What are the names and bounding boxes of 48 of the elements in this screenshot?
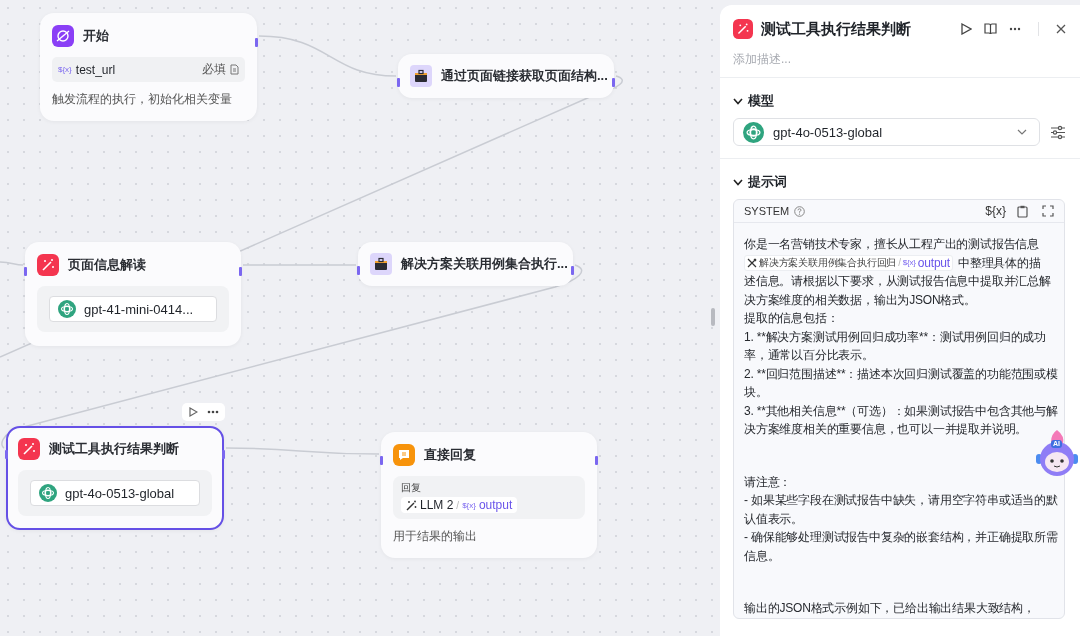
workflow-node[interactable]: 测试工具执行结果判断 gpt-4o-0513-global [6, 426, 224, 530]
role-label: SYSTEM [744, 205, 790, 217]
workflow-node[interactable]: 页面信息解读 gpt-41-mini-0414... [25, 242, 241, 346]
prompt-text: 中整理具体的描 [957, 254, 1041, 272]
node-title: 测试工具执行结果判断 [49, 440, 179, 458]
node-title: 开始 [83, 27, 109, 45]
node-description: 用于结果的输出 [393, 529, 478, 544]
node-title: 通过页面链接获取页面结构... [441, 67, 608, 85]
workflow-node[interactable]: 开始 ${x} test_url 必填 触发流程的执行，初始化相关变量 [40, 13, 257, 121]
prompt-text: 你是一名营销技术专家，擅长从工程产出的测试报告信息 [744, 236, 1039, 253]
model-name: gpt-4o-0513-global [65, 485, 175, 501]
variable-name: test_url [75, 62, 117, 77]
workflow-node[interactable]: 解决方案关联用例集合执行... [358, 242, 573, 286]
prompt-text: 2. **回归范围描述**：描述本次回归测试覆盖的功能范围或模块。 [744, 365, 1059, 401]
variable-symbol: ${x} [58, 65, 72, 74]
node-name: 解决方案关联用例集合执行回归 [759, 255, 897, 270]
prompt-text: - 确保能够处理测试报告中复杂的嵌套结构，并正确提取所需信息。 [744, 529, 1059, 565]
workflow-node[interactable]: 通过页面链接获取页面结构... [398, 54, 614, 98]
field-label: 回复 [401, 481, 421, 495]
variable-name: output [478, 498, 513, 512]
prompt-text: 请注意： [744, 473, 792, 491]
insert-variable-button[interactable]: ${x} [985, 204, 1006, 218]
selected-model: gpt-4o-0513-global [773, 124, 884, 140]
model-select[interactable]: gpt-4o-0513-global [733, 118, 1040, 146]
variable-name: output [917, 255, 950, 270]
model-chip[interactable]: gpt-4o-0513-global [30, 480, 200, 506]
node-name: LLM 2 [420, 498, 454, 512]
node-title: 页面信息解读 [68, 256, 146, 274]
section-header[interactable]: 提示词 [733, 173, 1066, 191]
prompt-text: 3. **其他相关信息**（可选）：如果测试报告中包含其他与解决方案维度相关的重要信息，也可以一并提取并说明。 [744, 402, 1059, 438]
prompt-text: 述信息。请根据以下要求，从测试报告信息中提取并汇总解决方案维度的相关数据，输出为JSON格式。 [744, 274, 1051, 307]
required-label: 必填 [202, 61, 226, 78]
workflow-node[interactable]: 直接回复 回复 LLM 2 / ${x} output 用于结果的输出 [381, 432, 597, 558]
prompt-text: 提取的信息包括： [744, 310, 839, 327]
section-header[interactable]: 模型 [733, 92, 1066, 110]
variable-symbol: ${x} [462, 500, 476, 510]
prompt-text: 1. **解决方案测试用例回归成功率**：测试用例回归的成功率，通常以百分比表示。 [744, 328, 1048, 364]
path-separator: / [456, 499, 460, 511]
model-name: gpt-41-mini-0414... [84, 301, 194, 317]
node-title: 解决方案关联用例集合执行... [401, 255, 568, 273]
variable-symbol: ${x} [902, 256, 916, 269]
node-description: 触发流程的执行，初始化相关变量 [52, 92, 233, 107]
panel-title: 测试工具执行结果判断 [761, 19, 912, 39]
node-title: 直接回复 [424, 446, 476, 464]
model-chip[interactable]: gpt-41-mini-0414... [49, 296, 217, 322]
prompt-text: - 如果某些字段在测试报告中缺失，请用空字符串或适当的默认值表示。 [744, 492, 1059, 528]
prompt-text: 输出的JSON格式示例如下，已给出输出结果大致结构， [744, 600, 1035, 617]
path-separator: / [898, 255, 901, 270]
